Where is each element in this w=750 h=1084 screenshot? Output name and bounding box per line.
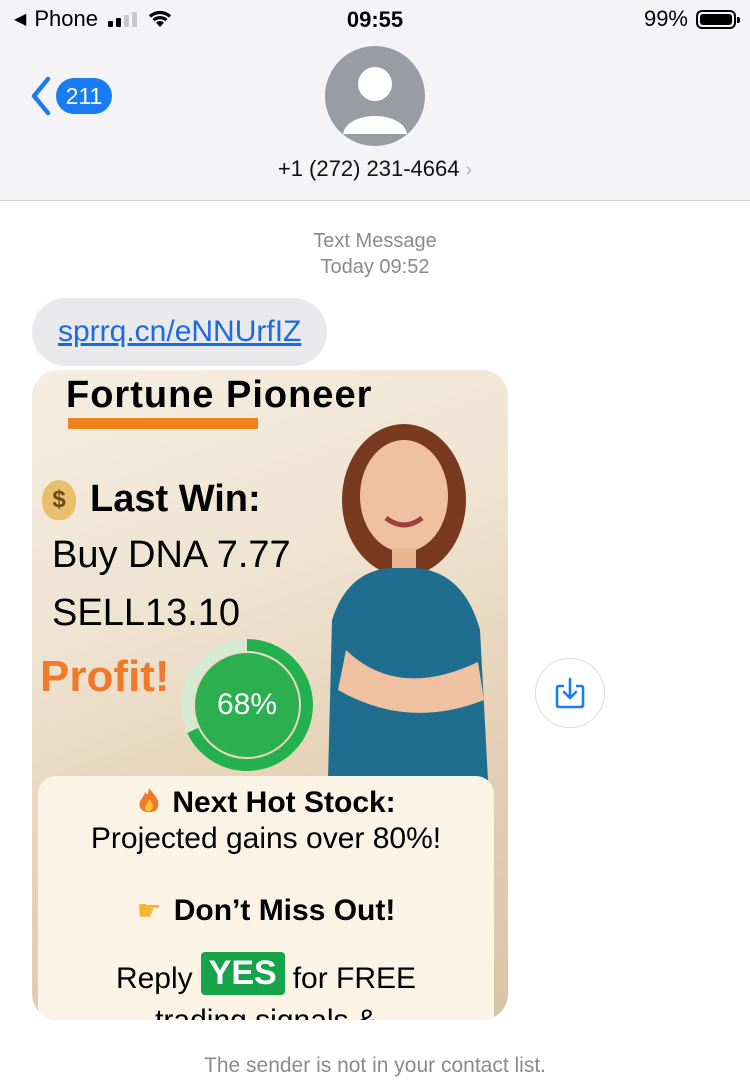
- pointing-hand-icon: ☛: [136, 895, 162, 926]
- next-hot-label: Next Hot Stock:: [172, 786, 396, 819]
- save-image-button[interactable]: [535, 658, 605, 728]
- contact-name-button[interactable]: +1 (272) 231-4664 ›: [0, 156, 750, 182]
- dont-miss-label: Don’t Miss Out!: [173, 894, 396, 927]
- fire-icon: [139, 788, 159, 813]
- promo-card: Next Hot Stock: Projected gains over 80%…: [38, 776, 494, 1020]
- chevron-left-icon: [31, 76, 51, 116]
- back-button[interactable]: 211: [30, 76, 112, 116]
- buy-line: Buy DNA 7.77: [52, 534, 291, 576]
- reply-row: Reply YES for FREE: [38, 952, 494, 996]
- battery-status: 99%: [643, 6, 740, 32]
- reply-prefix: Reply: [115, 962, 193, 995]
- message-type-label: Text Message: [313, 230, 437, 252]
- unknown-sender-note: The sender is not in your contact list.: [204, 1054, 546, 1077]
- ring-percent: 68%: [216, 688, 278, 721]
- message-link[interactable]: sprrq.cn/eNNUrfIZ: [58, 315, 301, 349]
- sell-line: SELL13.10: [52, 592, 241, 634]
- battery-icon: [696, 9, 740, 29]
- link-message-bubble: sprrq.cn/eNNUrfIZ: [32, 298, 328, 366]
- last-win-label: Last Win:: [90, 478, 261, 520]
- unread-count-badge: 211: [56, 78, 112, 114]
- woman-photo: [328, 424, 488, 780]
- yes-badge: YES: [200, 952, 285, 995]
- profit-label: Profit!: [40, 652, 170, 701]
- last-win-row: $ Last Win:: [42, 478, 261, 521]
- status-bar: ◀ Phone 09:55 99%: [0, 0, 750, 40]
- download-icon: [555, 677, 585, 709]
- clock: 09:55: [346, 7, 404, 32]
- battery-percent: 99%: [643, 6, 688, 31]
- trading-signals-line: trading signals &: [38, 1004, 494, 1020]
- chevron-right-icon: ›: [465, 159, 473, 181]
- person-icon: [343, 67, 407, 134]
- title-underline: [68, 418, 258, 429]
- conversation-header: ◀ Phone 09:55 99% 211 +1 (272) 231-4664 …: [0, 0, 750, 201]
- next-hot-row: Next Hot Stock:: [38, 786, 494, 820]
- dont-miss-row: ☛ Don’t Miss Out!: [38, 894, 494, 928]
- message-timestamp: Today 09:52: [320, 256, 430, 278]
- projected-gains: Projected gains over 80%!: [90, 822, 442, 855]
- image-message[interactable]: Fortune Pioneer $ Last Win: Buy DNA 7.77…: [32, 370, 508, 1020]
- message-meta: Text Message Today 09:52: [0, 228, 750, 280]
- contact-number: +1 (272) 231-4664: [277, 156, 460, 181]
- contact-avatar[interactable]: [325, 46, 425, 146]
- reply-suffix: for FREE: [292, 962, 417, 995]
- money-bag-icon: $: [42, 479, 76, 520]
